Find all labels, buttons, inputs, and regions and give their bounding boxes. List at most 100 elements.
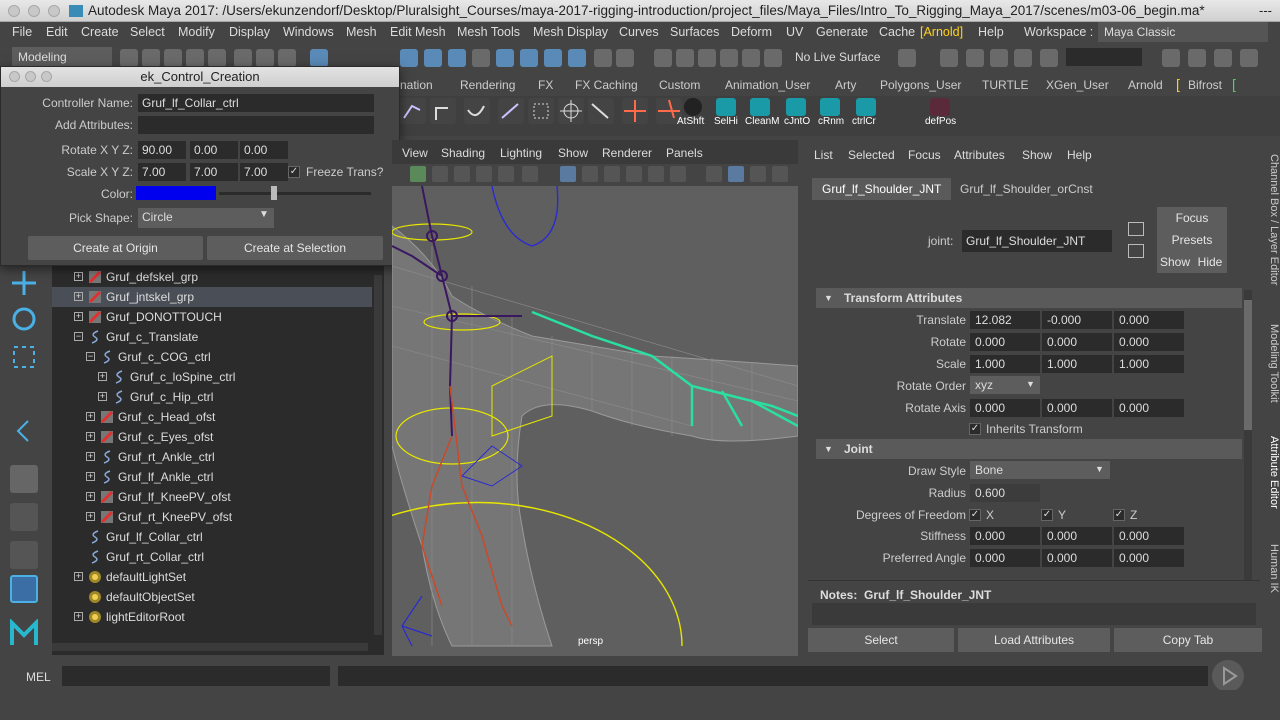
menu-generate[interactable]: Generate bbox=[816, 25, 868, 39]
radius-field[interactable]: 0.600 bbox=[970, 484, 1040, 502]
close-window-button[interactable] bbox=[8, 5, 20, 17]
menu-uv[interactable]: UV bbox=[786, 25, 803, 39]
shelf-point-constraint-icon[interactable] bbox=[622, 98, 648, 124]
focus-output-icon[interactable] bbox=[1128, 244, 1144, 258]
camera-attributes-icon[interactable] bbox=[432, 166, 448, 182]
select-by-rendering-icon[interactable] bbox=[520, 49, 538, 67]
select-hierarchy-icon[interactable] bbox=[234, 49, 252, 67]
persp-outliner-layout-icon[interactable] bbox=[10, 541, 38, 569]
redo-icon[interactable] bbox=[208, 49, 226, 67]
menu-cache[interactable]: Cache bbox=[879, 25, 915, 39]
node-name-input[interactable]: Gruf_lf_Shoulder_JNT bbox=[962, 230, 1112, 252]
outliner-row[interactable]: + Gruf_c_Head_ofst bbox=[52, 407, 372, 427]
outliner-row[interactable]: + Gruf_defskel_grp bbox=[52, 267, 372, 287]
command-input[interactable] bbox=[62, 666, 330, 686]
presets-button[interactable]: Presets bbox=[1157, 229, 1227, 251]
menu-modify[interactable]: Modify bbox=[178, 25, 215, 39]
expand-icon[interactable]: + bbox=[74, 292, 83, 301]
tab-shoulder-jnt[interactable]: Gruf_lf_Shoulder_JNT bbox=[812, 178, 952, 200]
rotate-tool-icon[interactable] bbox=[10, 305, 38, 333]
expand-icon[interactable]: + bbox=[74, 312, 83, 321]
viewport-menu-view[interactable]: View bbox=[402, 146, 428, 160]
shelf-joint-tool-icon[interactable] bbox=[430, 98, 456, 124]
draw-style-select[interactable]: Bone bbox=[970, 461, 1110, 479]
render-frame-icon[interactable] bbox=[990, 49, 1008, 67]
grid-toggle-icon[interactable] bbox=[560, 166, 576, 182]
scale-y-field[interactable]: 1.000 bbox=[1042, 355, 1112, 373]
dof-x-checkbox[interactable]: ✓ bbox=[969, 509, 981, 521]
show-tool-settings-icon[interactable] bbox=[1214, 49, 1232, 67]
single-perspective-layout-icon[interactable] bbox=[10, 465, 38, 493]
rotate-x-field[interactable]: 0.000 bbox=[970, 333, 1040, 351]
shelf-atshft-icon[interactable] bbox=[684, 98, 702, 116]
open-scene-icon[interactable] bbox=[142, 49, 160, 67]
snap-view-plane-icon[interactable] bbox=[720, 49, 738, 67]
shelf-tab-animation-user[interactable]: Animation_User bbox=[725, 78, 810, 92]
shelf-tab-custom[interactable]: Custom bbox=[659, 78, 700, 92]
shelf-btn-cjnto[interactable]: cJntO bbox=[784, 116, 810, 127]
menu-mesh-display[interactable]: Mesh Display bbox=[533, 25, 608, 39]
outliner-row[interactable]: + defaultLightSet bbox=[52, 567, 372, 587]
scale-tool-icon[interactable] bbox=[10, 343, 38, 371]
outliner-row[interactable]: + Gruf_DONOTTOUCH bbox=[52, 307, 372, 327]
menu-select[interactable]: Select bbox=[130, 25, 165, 39]
expand-icon[interactable]: + bbox=[86, 452, 95, 461]
expand-icon[interactable]: + bbox=[74, 272, 83, 281]
attr-menu-attributes[interactable]: Attributes bbox=[954, 148, 1005, 162]
shelf-tab-arty[interactable]: Arty bbox=[835, 78, 856, 92]
attr-scrollbar-thumb[interactable] bbox=[1244, 300, 1252, 430]
menu-deform[interactable]: Deform bbox=[731, 25, 772, 39]
select-button[interactable]: Select bbox=[808, 628, 954, 652]
expand-icon[interactable]: + bbox=[98, 372, 107, 381]
rotate-z-input[interactable]: 0.00 bbox=[240, 141, 288, 159]
image-plane-icon[interactable] bbox=[476, 166, 492, 182]
shelf-tab-fx[interactable]: FX bbox=[538, 78, 553, 92]
attr-menu-show[interactable]: Show bbox=[1022, 148, 1052, 162]
attr-menu-selected[interactable]: Selected bbox=[848, 148, 895, 162]
stiffness-y-field[interactable]: 0.000 bbox=[1042, 527, 1112, 545]
show-channel-box-icon[interactable] bbox=[1240, 49, 1258, 67]
collapse-icon[interactable]: − bbox=[86, 352, 95, 361]
side-tab-human-ik[interactable]: Human IK bbox=[1262, 544, 1280, 593]
expand-icon[interactable]: + bbox=[86, 472, 95, 481]
select-by-other-icon[interactable] bbox=[568, 49, 586, 67]
scale-z-field[interactable]: 1.000 bbox=[1114, 355, 1184, 373]
menu-display[interactable]: Display bbox=[229, 25, 270, 39]
shelf-btn-atshft[interactable]: AtShft bbox=[677, 116, 704, 127]
menu-edit[interactable]: Edit bbox=[46, 25, 68, 39]
outliner-row[interactable]: + Gruf_c_Hip_ctrl bbox=[52, 387, 372, 407]
lock-selection-icon[interactable] bbox=[594, 49, 612, 67]
expand-icon[interactable]: + bbox=[86, 492, 95, 501]
shelf-aim-constraint-icon[interactable] bbox=[558, 98, 584, 124]
shelf-ctrlcr-icon[interactable] bbox=[856, 98, 876, 116]
control-window-minimize-button[interactable] bbox=[25, 71, 36, 82]
ipr-render-icon[interactable] bbox=[1014, 49, 1032, 67]
shelf-tab-arnold[interactable]: Arnold bbox=[1128, 78, 1163, 92]
menu-mesh[interactable]: Mesh bbox=[346, 25, 377, 39]
shelf-curve-tool-icon[interactable] bbox=[400, 98, 426, 124]
control-window-titlebar[interactable]: ek_Control_Creation bbox=[1, 67, 399, 87]
select-by-deformations-icon[interactable] bbox=[472, 49, 490, 67]
translate-x-field[interactable]: 12.082 bbox=[970, 311, 1040, 329]
select-component-icon[interactable] bbox=[278, 49, 296, 67]
focus-button[interactable]: Focus bbox=[1157, 207, 1227, 229]
attr-menu-help[interactable]: Help bbox=[1067, 148, 1092, 162]
textured-icon[interactable] bbox=[750, 166, 766, 182]
mel-label[interactable]: MEL bbox=[26, 670, 51, 684]
rotate-y-field[interactable]: 0.000 bbox=[1042, 333, 1112, 351]
attr-menu-focus[interactable]: Focus bbox=[908, 148, 941, 162]
shelf-cleanm-icon[interactable] bbox=[750, 98, 770, 116]
add-attributes-input[interactable] bbox=[138, 116, 374, 134]
scale-x-input[interactable]: 7.00 bbox=[138, 163, 186, 181]
shelf-defpos-icon[interactable] bbox=[930, 98, 950, 116]
pick-mask-icon[interactable] bbox=[310, 49, 328, 67]
select-by-surfaces-icon[interactable] bbox=[448, 49, 466, 67]
preferred-angle-y-field[interactable]: 0.000 bbox=[1042, 549, 1112, 567]
show-modeling-toolkit-icon[interactable] bbox=[1162, 49, 1180, 67]
expand-icon[interactable]: + bbox=[86, 412, 95, 421]
outliner-row[interactable]: + Gruf_rt_Ankle_ctrl bbox=[52, 447, 372, 467]
shelf-selhi-icon[interactable] bbox=[716, 98, 736, 116]
outliner-row[interactable]: Gruf_lf_Collar_ctrl bbox=[52, 527, 372, 547]
snap-grid-icon[interactable] bbox=[654, 49, 672, 67]
film-gate-icon[interactable] bbox=[582, 166, 598, 182]
